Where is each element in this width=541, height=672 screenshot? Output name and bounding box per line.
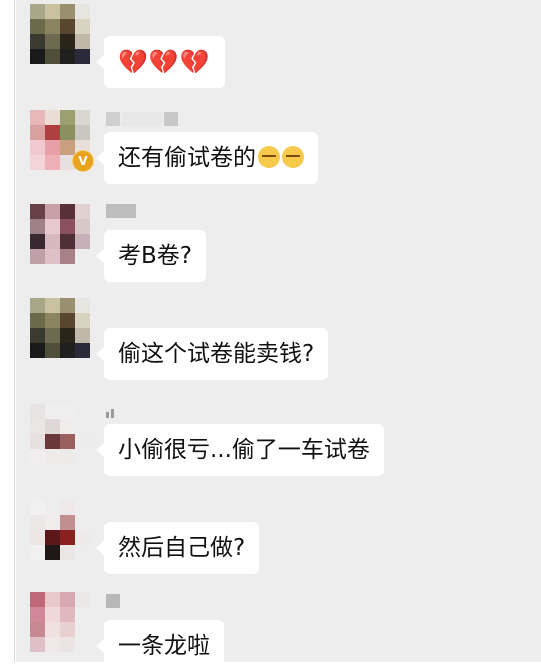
avatar[interactable] xyxy=(30,592,90,652)
message-text: 还有偷试卷的 xyxy=(118,145,256,171)
avatar[interactable] xyxy=(30,204,90,264)
message-bubble[interactable]: 考B卷? xyxy=(96,230,206,282)
avatar[interactable] xyxy=(30,4,90,64)
window-edge xyxy=(14,0,15,662)
sender-name xyxy=(106,112,178,126)
message-bubble[interactable]: 一条龙啦 xyxy=(96,620,224,672)
message-text: 然后自己做? xyxy=(118,535,246,561)
chat-panel[interactable]: 💔💔💔 V 还有偷试卷的 考B卷? 偷这个试卷能卖钱? 小偷很亏...偷了一车试… xyxy=(16,0,541,672)
message-text: 一条龙啦 xyxy=(118,633,210,659)
message-bubble[interactable]: 小偷很亏...偷了一车试卷 xyxy=(96,424,384,476)
message-text: 偷这个试卷能卖钱? xyxy=(118,341,315,367)
sender-name xyxy=(106,594,120,608)
message-text: 考B卷? xyxy=(118,243,192,269)
avatar[interactable] xyxy=(30,404,90,464)
avatar[interactable] xyxy=(30,298,90,358)
broken-heart-emoji: 💔💔💔 xyxy=(118,48,211,76)
sender-name xyxy=(106,204,136,218)
sender-name xyxy=(106,406,114,420)
verified-badge: V xyxy=(72,150,94,172)
cry-laugh-emoji xyxy=(258,146,280,168)
avatar[interactable] xyxy=(30,500,90,560)
message-text: 小偷很亏...偷了一车试卷 xyxy=(118,437,370,463)
message-bubble[interactable]: 还有偷试卷的 xyxy=(96,132,318,184)
cry-laugh-emoji xyxy=(282,146,304,168)
message-bubble[interactable]: 然后自己做? xyxy=(95,522,260,574)
message-bubble[interactable]: 💔💔💔 xyxy=(96,36,225,88)
message-bubble[interactable]: 偷这个试卷能卖钱? xyxy=(95,328,329,380)
